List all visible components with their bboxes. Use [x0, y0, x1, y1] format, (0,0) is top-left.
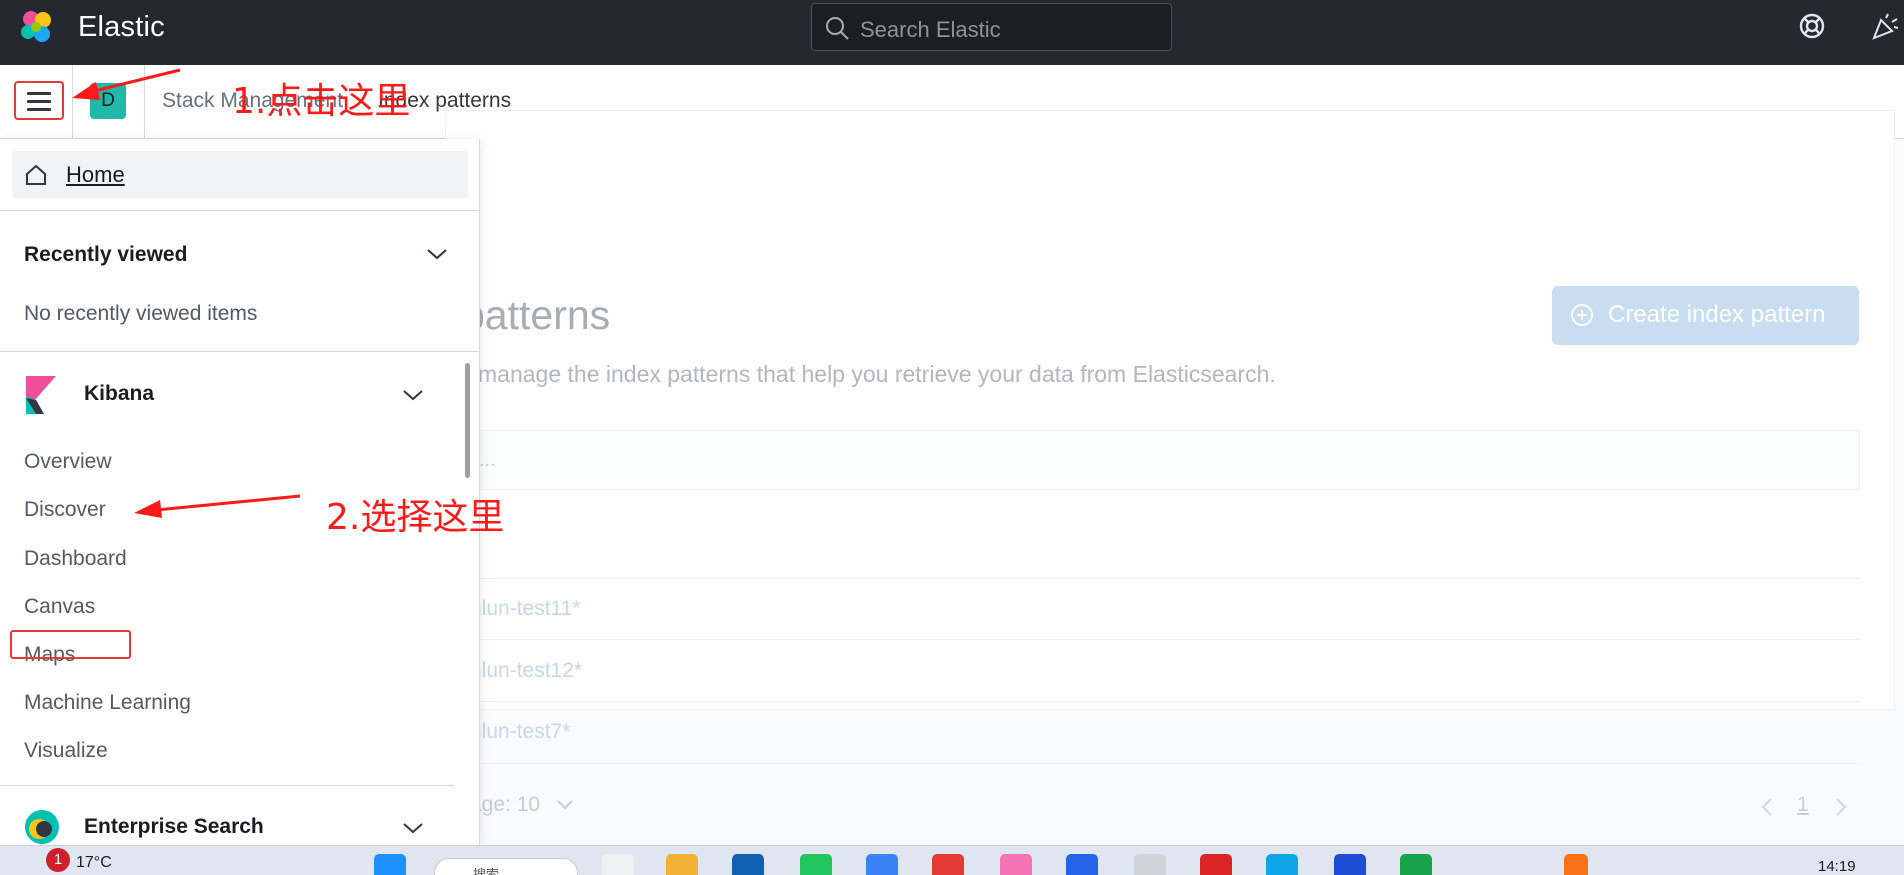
edge-icon[interactable] — [1266, 854, 1298, 875]
recently-viewed-title[interactable]: Recently viewed — [24, 243, 187, 267]
tray-icon[interactable] — [1564, 854, 1588, 875]
help-icon[interactable] — [1798, 12, 1826, 40]
store-icon[interactable] — [732, 854, 764, 875]
annotation-step2: 2.选择这里 — [326, 497, 505, 538]
top-header: Elastic Search Elastic — [0, 0, 1904, 65]
nav-home-link[interactable]: Home — [12, 151, 468, 198]
pagination-page[interactable]: 1 — [1797, 793, 1809, 817]
content-panel — [445, 110, 1895, 710]
chevron-down-icon[interactable] — [402, 387, 424, 403]
nav-link-dashboard[interactable]: Dashboard — [24, 547, 127, 571]
table-divider — [470, 701, 1860, 702]
discover-highlight-box — [10, 630, 131, 659]
newsfeed-icon[interactable] — [1870, 12, 1900, 42]
search-hint: ... — [479, 449, 496, 471]
taskbar-search-text: 搜索 — [473, 867, 500, 875]
home-icon — [26, 164, 46, 185]
plus-circle-icon — [1571, 304, 1593, 326]
table-row[interactable]: hlun-test11* — [470, 597, 581, 621]
app-icon[interactable] — [1000, 854, 1032, 875]
divider — [0, 210, 479, 211]
create-button-label: Create index pattern — [1608, 301, 1826, 328]
chevron-down-icon[interactable] — [402, 820, 424, 836]
brand-name[interactable]: Elastic — [78, 11, 165, 44]
page-description: manage the index patterns that help you … — [478, 361, 1276, 387]
annotation-step1: 1.点击这里 — [232, 81, 411, 122]
search-icon — [826, 17, 849, 40]
rows-per-page-label: age: 10 — [470, 793, 541, 816]
task-view-icon[interactable] — [602, 854, 634, 875]
enterprise-search-title[interactable]: Enterprise Search — [84, 815, 264, 839]
os-taskbar: 1 17°C 搜索 14:19 — [0, 845, 1904, 875]
elastic-logo-icon[interactable] — [18, 8, 56, 46]
start-menu-icon[interactable] — [374, 854, 406, 875]
space-avatar[interactable]: D — [90, 83, 126, 119]
app-icon[interactable] — [866, 854, 898, 875]
nav-scrollbar[interactable] — [465, 363, 470, 478]
chevron-down-icon — [557, 800, 573, 810]
nav-link-discover[interactable]: Discover — [24, 498, 106, 522]
menu-toggle-button[interactable] — [14, 81, 64, 120]
table-divider — [470, 763, 1860, 764]
kibana-logo-icon — [26, 376, 56, 414]
index-pattern-search[interactable]: ... — [470, 430, 1860, 490]
weather-badge[interactable]: 1 — [46, 848, 70, 872]
page-title: patterns — [462, 292, 611, 338]
chrome-icon[interactable] — [932, 854, 964, 875]
create-index-pattern-button[interactable]: Create index pattern — [1552, 286, 1859, 345]
divider — [0, 785, 455, 786]
wechat-icon[interactable] — [1400, 854, 1432, 875]
table-row[interactable]: hlun-test12* — [470, 659, 582, 683]
nav-home-label: Home — [66, 162, 125, 187]
chevron-left-icon[interactable] — [1760, 797, 1774, 817]
nav-link-canvas[interactable]: Canvas — [24, 595, 95, 619]
app-icon[interactable] — [800, 854, 832, 875]
clock-time[interactable]: 14:19 — [1818, 858, 1856, 875]
chevron-right-icon[interactable] — [1834, 797, 1848, 817]
app-icon[interactable] — [1200, 854, 1232, 875]
app-icon[interactable] — [1066, 854, 1098, 875]
taskbar-search-box[interactable]: 搜索 — [434, 858, 578, 875]
global-search-input[interactable]: Search Elastic — [811, 3, 1172, 51]
table-divider — [470, 639, 1860, 640]
divider — [144, 65, 145, 139]
nav-link-overview[interactable]: Overview — [24, 450, 112, 474]
table-row[interactable]: hlun-test7* — [470, 720, 570, 744]
divider — [0, 351, 479, 352]
nav-link-machine-learning[interactable]: Machine Learning — [24, 691, 191, 715]
search-placeholder: Search Elastic — [860, 17, 1001, 42]
app-icon[interactable] — [1334, 854, 1366, 875]
hamburger-line — [27, 108, 51, 111]
weather-temperature[interactable]: 17°C — [76, 854, 112, 872]
no-recent-items-text: No recently viewed items — [24, 302, 258, 325]
divider — [72, 65, 73, 139]
nav-link-visualize[interactable]: Visualize — [24, 739, 108, 763]
chevron-down-icon[interactable] — [426, 246, 448, 262]
file-explorer-icon[interactable] — [666, 854, 698, 875]
notepad-icon[interactable] — [1134, 854, 1166, 875]
kibana-section-title[interactable]: Kibana — [84, 382, 154, 406]
hamburger-line — [27, 100, 51, 103]
table-divider — [470, 578, 1860, 579]
hamburger-line — [27, 92, 51, 95]
rows-per-page-select[interactable]: age: 10 — [470, 793, 574, 817]
enterprise-search-logo-icon — [25, 810, 59, 844]
